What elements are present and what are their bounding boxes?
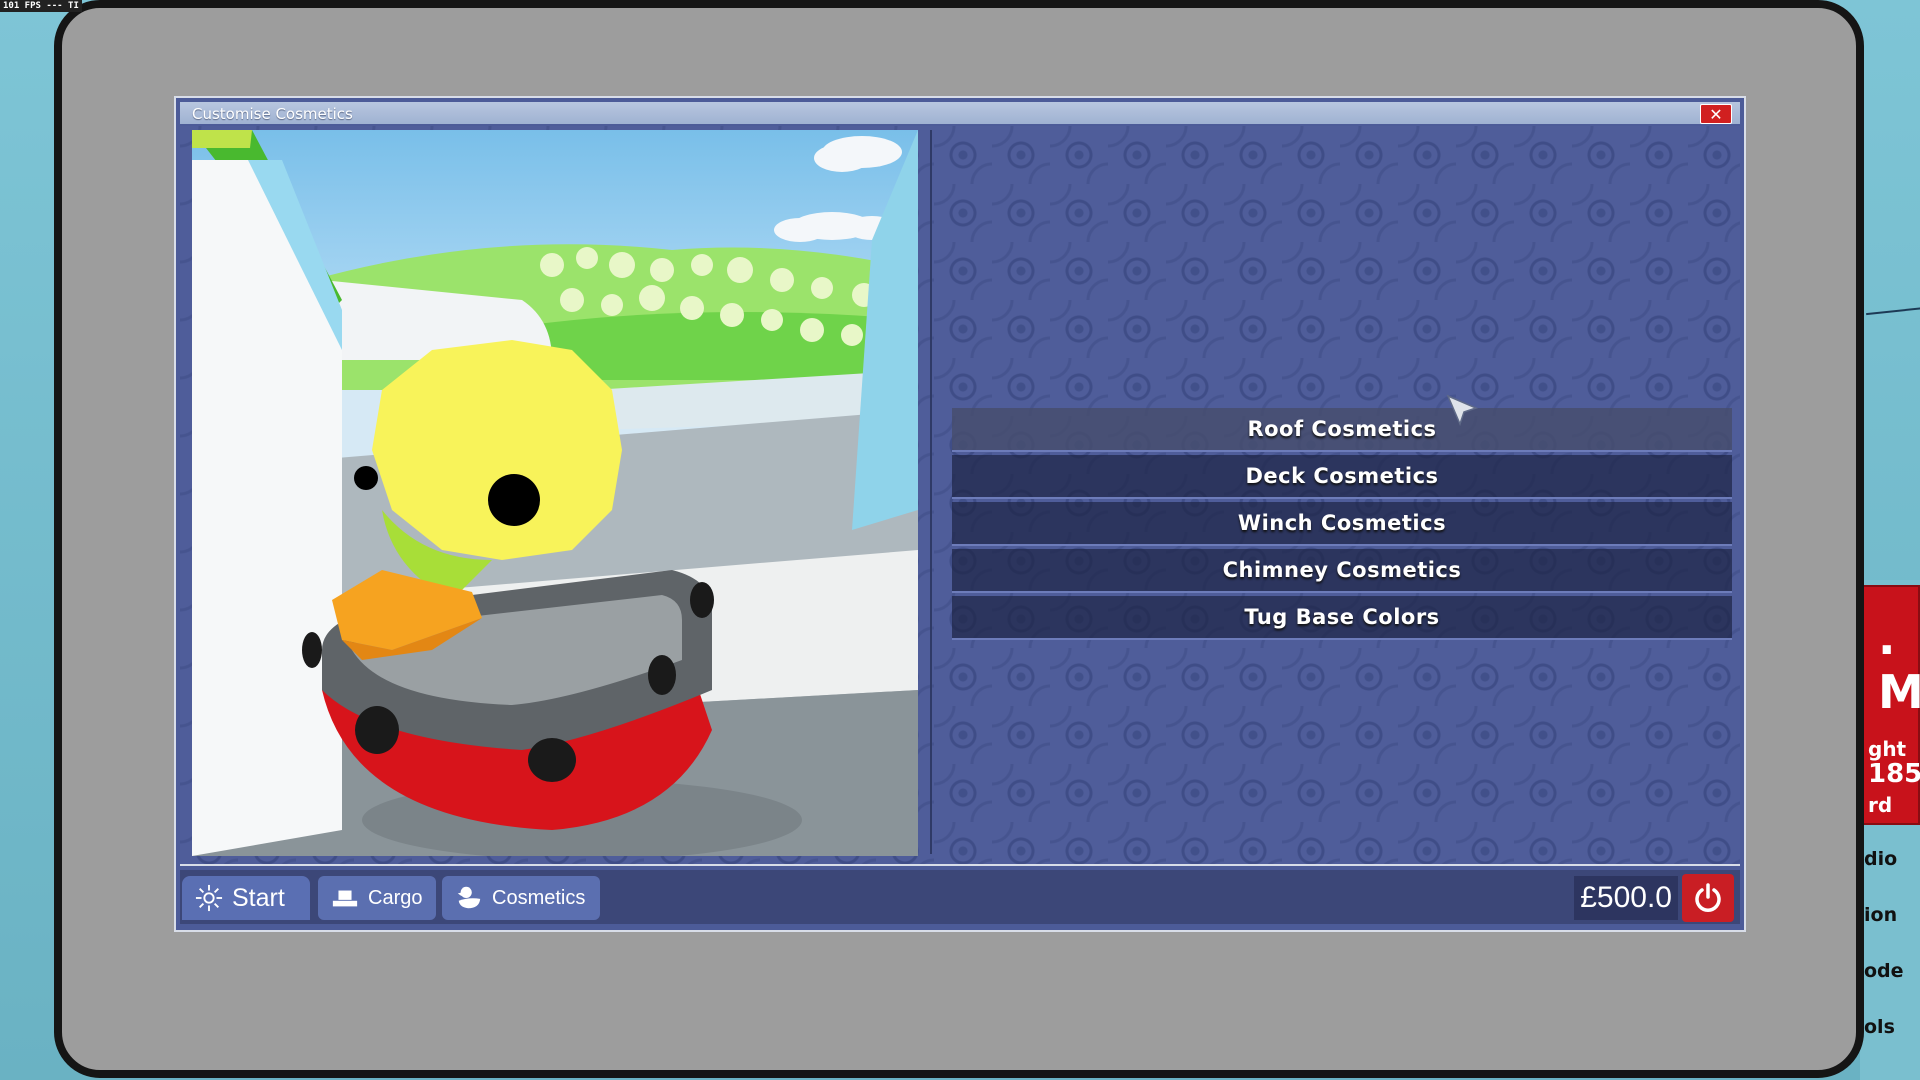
tug-preview-scene [192,130,918,856]
deck-cosmetics-button[interactable]: Deck Cosmetics [952,455,1732,499]
chimney-cosmetics-button[interactable]: Chimney Cosmetics [952,549,1732,593]
world-side-label: ode [1864,960,1904,982]
panel-divider [930,130,932,854]
sign-line: rd [1868,793,1893,817]
duck-eye-far [354,466,378,490]
cosmetics-menu: Roof Cosmetics Deck Cosmetics Winch Cosm… [952,408,1732,643]
duck-icon [457,886,481,909]
sign-line: 185 [1868,759,1920,789]
green-pole-top [192,130,252,148]
world-side-label: ion [1864,904,1898,926]
tug-base-colors-button[interactable]: Tug Base Colors [952,596,1732,640]
cargo-icon [332,890,358,907]
sun-icon [195,884,223,912]
world-side-label: dio [1864,848,1898,870]
fps-counter: 101 FPS --- TI [0,0,82,12]
sign-line: ght [1868,737,1907,761]
window-title: Customise Cosmetics [192,105,353,123]
start-label: Start [232,883,285,912]
money-display: £500.0 [1574,876,1678,920]
winch-cosmetics-button[interactable]: Winch Cosmetics [952,502,1732,546]
cargo-label: Cargo [368,886,423,909]
sign-big-text: . M [1878,611,1920,719]
close-button[interactable]: ✕ [1700,104,1732,124]
power-icon [1695,883,1721,912]
customise-cosmetics-window: Customise Cosmetics ✕ Roof Cosmetics Dec… [174,96,1746,932]
duck-eye [488,474,540,526]
cosmetics-button[interactable]: Cosmetics [442,876,600,920]
window-titlebar[interactable]: Customise Cosmetics ✕ [180,102,1740,124]
start-button[interactable]: Start [182,876,310,920]
roof-cosmetics-button[interactable]: Roof Cosmetics [952,408,1732,452]
tug-preview-viewport[interactable] [192,130,918,856]
power-button[interactable] [1682,874,1734,922]
cargo-button[interactable]: Cargo [318,876,436,920]
world-red-sign: . M ght 185 rd [1862,585,1920,825]
taskbar: Start Cargo Cosmetics £500.0 [180,870,1740,924]
window-content: Roof Cosmetics Deck Cosmetics Winch Cosm… [180,126,1740,866]
cosmetics-label: Cosmetics [492,886,586,909]
world-side-label: ols [1864,1016,1895,1038]
